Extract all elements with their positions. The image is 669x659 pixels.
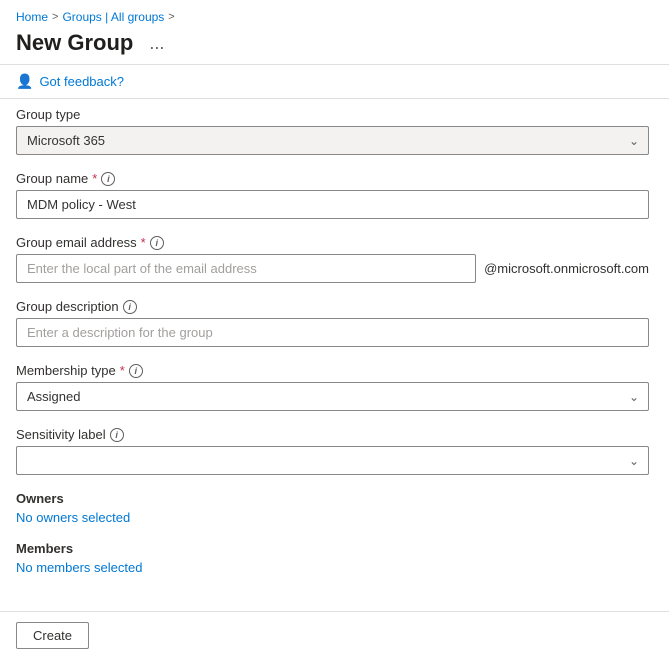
- page-wrapper: Home > Groups | All groups > New Group .…: [0, 0, 669, 659]
- email-suffix: @microsoft.onmicrosoft.com: [484, 261, 649, 276]
- sensitivity-label-label: Sensitivity label i: [16, 427, 649, 442]
- sensitivity-label-info-icon[interactable]: i: [110, 428, 124, 442]
- group-email-info-icon[interactable]: i: [150, 236, 164, 250]
- sensitivity-label-select[interactable]: [16, 446, 649, 475]
- breadcrumb-sep-1: >: [52, 11, 58, 23]
- group-email-section: Group email address * i @microsoft.onmic…: [16, 235, 649, 283]
- content-area[interactable]: Group type Microsoft 365 Security Mail-e…: [0, 99, 669, 611]
- membership-type-select-wrapper: Assigned Dynamic User Dynamic Device ⌄: [16, 382, 649, 411]
- breadcrumb-home[interactable]: Home: [16, 10, 48, 24]
- group-description-section: Group description i: [16, 299, 649, 347]
- group-name-required: *: [92, 171, 97, 186]
- feedback-bar[interactable]: 👤 Got feedback?: [0, 65, 669, 98]
- membership-type-required: *: [120, 363, 125, 378]
- owners-heading: Owners: [16, 491, 649, 506]
- feedback-label: Got feedback?: [39, 74, 124, 89]
- members-empty-link[interactable]: No members selected: [16, 560, 142, 575]
- feedback-icon: 👤: [16, 73, 33, 90]
- page-title-row: New Group ...: [0, 28, 669, 64]
- email-row: @microsoft.onmicrosoft.com: [16, 254, 649, 283]
- members-section: Members No members selected: [16, 541, 649, 575]
- group-type-select-wrapper: Microsoft 365 Security Mail-enabled secu…: [16, 126, 649, 155]
- owners-section: Owners No owners selected: [16, 491, 649, 525]
- bottom-bar: Create: [0, 611, 669, 659]
- group-type-section: Group type Microsoft 365 Security Mail-e…: [16, 107, 649, 155]
- membership-type-info-icon[interactable]: i: [129, 364, 143, 378]
- group-email-required: *: [141, 235, 146, 250]
- sensitivity-label-select-wrapper: ⌄: [16, 446, 649, 475]
- breadcrumb-sep-2: >: [168, 11, 174, 23]
- group-type-label: Group type: [16, 107, 649, 122]
- group-name-info-icon[interactable]: i: [101, 172, 115, 186]
- sensitivity-label-section: Sensitivity label i ⌄: [16, 427, 649, 475]
- group-description-label: Group description i: [16, 299, 649, 314]
- group-type-select[interactable]: Microsoft 365 Security Mail-enabled secu…: [16, 126, 649, 155]
- breadcrumb: Home > Groups | All groups >: [0, 0, 669, 28]
- membership-type-label: Membership type * i: [16, 363, 649, 378]
- breadcrumb-groups[interactable]: Groups | All groups: [62, 10, 164, 24]
- owners-empty-link[interactable]: No owners selected: [16, 510, 130, 525]
- group-name-input[interactable]: [16, 190, 649, 219]
- group-name-label: Group name * i: [16, 171, 649, 186]
- membership-type-select[interactable]: Assigned Dynamic User Dynamic Device: [16, 382, 649, 411]
- page-title: New Group: [16, 30, 133, 56]
- create-button[interactable]: Create: [16, 622, 89, 649]
- group-name-section: Group name * i: [16, 171, 649, 219]
- group-email-input[interactable]: [16, 254, 476, 283]
- group-email-label: Group email address * i: [16, 235, 649, 250]
- ellipsis-button[interactable]: ...: [143, 31, 170, 56]
- group-description-info-icon[interactable]: i: [123, 300, 137, 314]
- group-description-input[interactable]: [16, 318, 649, 347]
- members-heading: Members: [16, 541, 649, 556]
- membership-type-section: Membership type * i Assigned Dynamic Use…: [16, 363, 649, 411]
